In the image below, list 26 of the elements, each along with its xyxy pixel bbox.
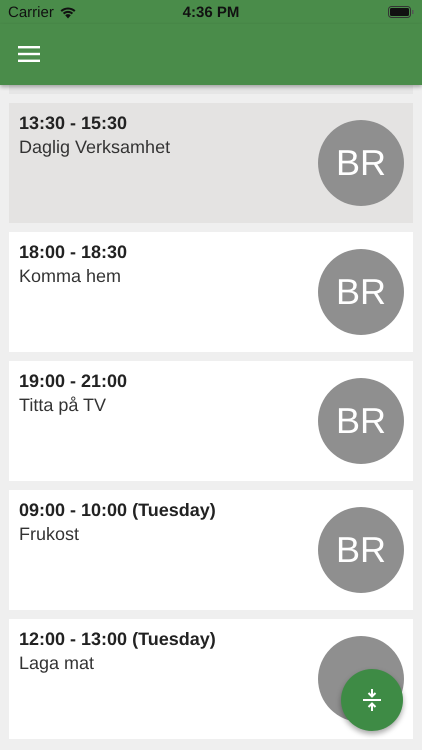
battery-icon — [388, 6, 414, 18]
status-time: 4:36 PM — [182, 4, 240, 20]
event-card[interactable]: 13:30 - 15:30 Daglig Verksamhet BR — [9, 103, 413, 223]
wifi-icon — [58, 6, 77, 18]
avatar: BR — [318, 378, 404, 464]
event-time: 13:30 - 15:30 — [19, 113, 128, 134]
avatar: BR — [318, 120, 404, 206]
event-time: 18:00 - 18:30 — [19, 242, 128, 263]
event-title: Komma hem — [19, 266, 122, 287]
menu-icon — [18, 46, 40, 62]
event-card[interactable]: 19:00 - 21:00 Titta på TV BR — [9, 361, 413, 481]
event-title: Titta på TV — [19, 395, 108, 416]
event-card[interactable]: 12:00 - 13:00 (Tuesday) Laga mat — [9, 619, 413, 739]
event-time: 09:00 - 10:00 (Tuesday) — [19, 500, 216, 521]
event-title: Laga mat — [19, 653, 96, 674]
carrier-name: Carrier — [8, 4, 54, 20]
event-time: 19:00 - 21:00 — [19, 371, 128, 392]
event-card[interactable]: 09:00 - 10:00 (Tuesday) Frukost BR — [9, 490, 413, 610]
menu-button[interactable] — [16, 44, 42, 64]
event-card[interactable]: 18:00 - 18:30 Komma hem BR — [9, 232, 413, 352]
avatar: BR — [318, 507, 404, 593]
event-title: Frukost — [19, 524, 80, 545]
event-title: Daglig Verksamhet — [19, 137, 170, 158]
collapse-icon — [363, 689, 381, 711]
avatar: BR — [318, 249, 404, 335]
event-time: 12:00 - 13:00 (Tuesday) — [19, 629, 216, 650]
